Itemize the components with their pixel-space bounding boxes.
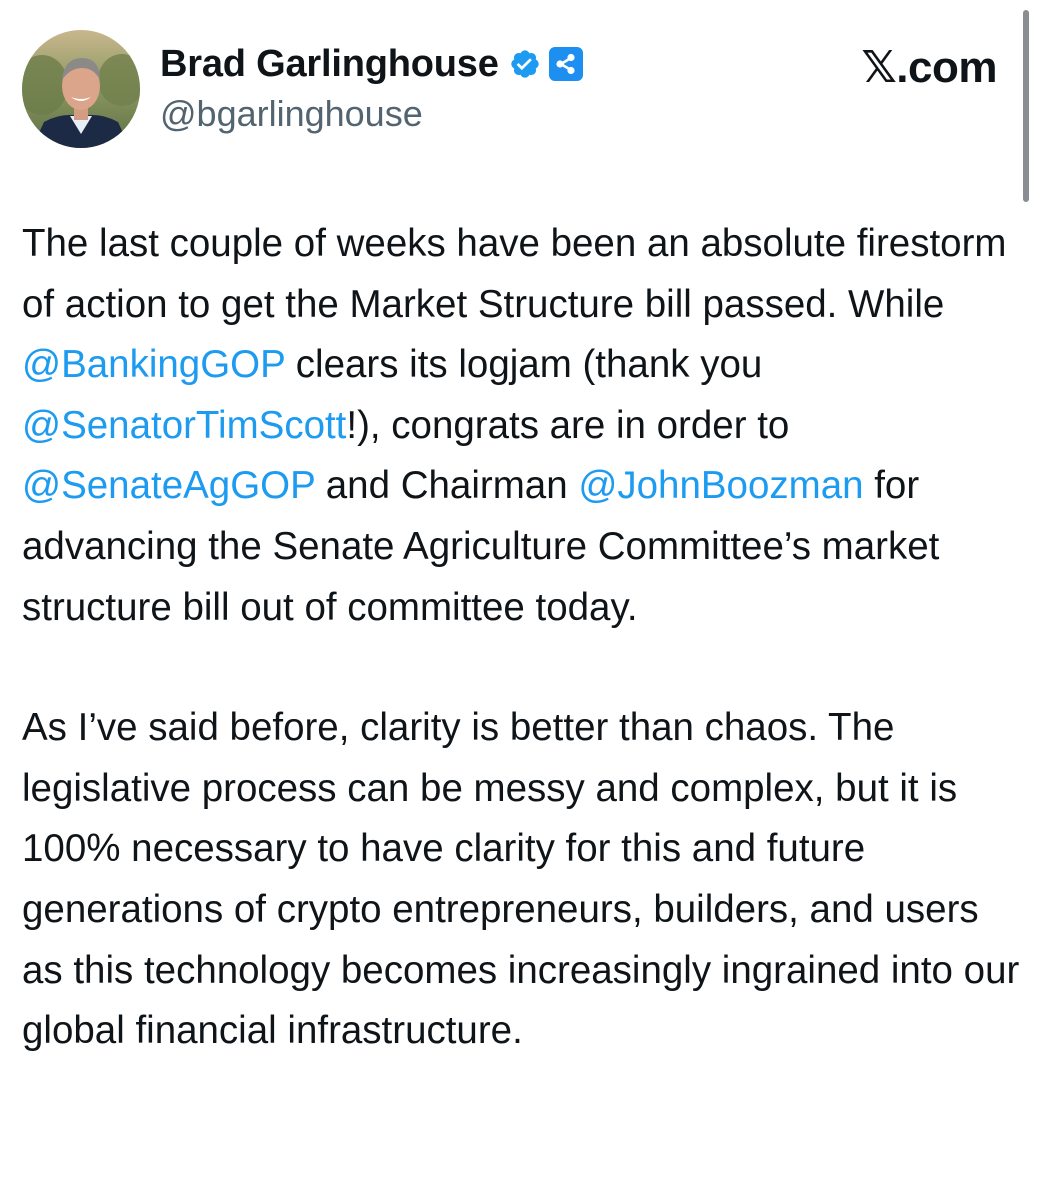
tweet-body: The last couple of weeks have been an ab… — [22, 214, 1022, 1062]
author-name[interactable]: Brad Garlinghouse — [160, 40, 499, 88]
verified-badge-icon[interactable] — [509, 48, 541, 80]
mention-link-johnboozman[interactable]: @JohnBoozman — [578, 464, 863, 507]
avatar[interactable] — [22, 30, 140, 148]
author-handle[interactable]: @bgarlinghouse — [160, 91, 423, 137]
tweet-paragraph-1: The last couple of weeks have been an ab… — [22, 214, 1022, 638]
mention-link-bankinggop[interactable]: @BankingGOP — [22, 343, 285, 386]
tweet-paragraph-2: As I’ve said before, clarity is better t… — [22, 706, 1020, 1053]
brand-logo: 𝕏.com — [861, 43, 997, 92]
tweet-text: and Chairman — [315, 464, 579, 508]
tweet-text: !), congrats are in order to — [346, 403, 790, 447]
scrollbar[interactable] — [1023, 10, 1029, 202]
ripple-logo-icon[interactable] — [548, 47, 583, 81]
avatar-photo — [22, 30, 140, 148]
author-name-row: Brad Garlinghouse — [160, 40, 583, 88]
mention-link-senateaggop[interactable]: @SenateAgGOP — [22, 464, 315, 507]
tweet-text: clears its logjam (thank you — [285, 343, 763, 387]
mention-link-senatortimscott[interactable]: @SenatorTimScott — [22, 404, 346, 447]
tweet-text: The last couple of weeks have been an ab… — [22, 222, 1007, 326]
